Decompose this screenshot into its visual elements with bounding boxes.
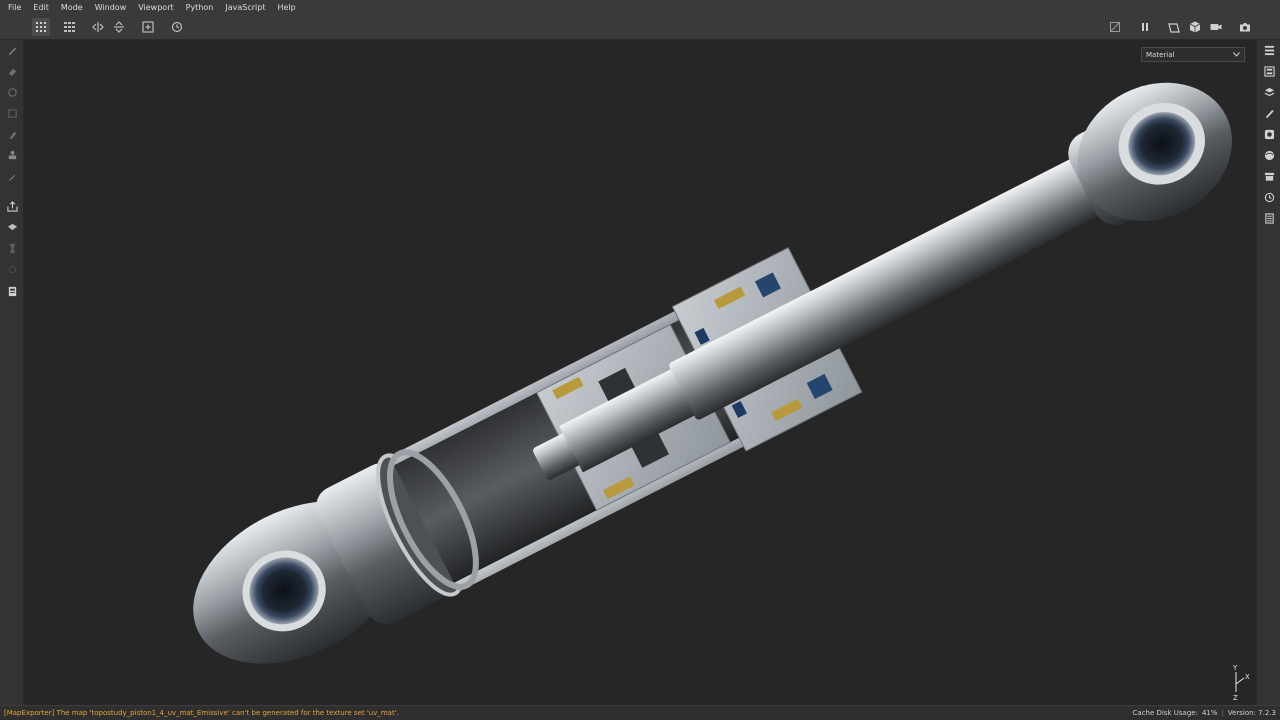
- material-icon[interactable]: [5, 241, 19, 255]
- menu-python[interactable]: Python: [180, 0, 220, 15]
- axis-z-label: Z: [1233, 694, 1238, 700]
- status-bar: [MapExporter] The map 'topostudy_piston1…: [0, 705, 1280, 720]
- shelf-icon[interactable]: [1262, 169, 1276, 183]
- camera-video-icon[interactable]: [1207, 18, 1225, 36]
- history-panel-icon[interactable]: [1262, 190, 1276, 204]
- display-settings-icon[interactable]: [1262, 127, 1276, 141]
- 3d-viewport[interactable]: Material Y X Z: [24, 40, 1256, 705]
- status-separator: |: [1221, 709, 1224, 717]
- stack-icon[interactable]: [1262, 85, 1276, 99]
- version-label: Version: 7.2.3: [1227, 709, 1276, 717]
- grid-view-icon[interactable]: [32, 18, 50, 36]
- screenshot-icon[interactable]: [1236, 18, 1254, 36]
- menu-viewport[interactable]: Viewport: [132, 0, 179, 15]
- bake-icon[interactable]: [5, 199, 19, 213]
- paint-brush-icon[interactable]: [5, 43, 19, 57]
- tool-strip: [0, 40, 24, 705]
- status-info: Cache Disk Usage: 41% | Version: 7.2.3: [1133, 709, 1277, 717]
- log-icon[interactable]: [1262, 211, 1276, 225]
- panel-strip: [1256, 40, 1280, 705]
- cube-icon[interactable]: [1186, 18, 1204, 36]
- hydraulic-cylinder-model: [193, 82, 1232, 664]
- cache-label: Cache Disk Usage:: [1132, 709, 1198, 717]
- export-icon[interactable]: [5, 262, 19, 276]
- brush-panel-icon[interactable]: [1262, 106, 1276, 120]
- chevron-down-icon: [1233, 52, 1240, 57]
- cache-value: 41%: [1201, 709, 1218, 717]
- clone-stamp-icon[interactable]: [5, 148, 19, 162]
- pause-icon[interactable]: [1136, 18, 1154, 36]
- menu-javascript[interactable]: JavaScript: [219, 0, 271, 15]
- frame-icon[interactable]: [1165, 18, 1183, 36]
- color-picker-icon[interactable]: [5, 169, 19, 183]
- properties-panel-icon[interactable]: [1262, 64, 1276, 78]
- texture-icon[interactable]: [5, 284, 19, 298]
- menu-mode[interactable]: Mode: [55, 0, 89, 15]
- environment-icon[interactable]: [1262, 148, 1276, 162]
- history-icon[interactable]: [168, 18, 186, 36]
- smudge-icon[interactable]: [5, 127, 19, 141]
- status-message: [MapExporter] The map 'topostudy_piston1…: [4, 709, 399, 717]
- geometry-mask-icon[interactable]: [5, 106, 19, 120]
- axis-x-label: X: [1245, 673, 1250, 681]
- hide-icon[interactable]: [1106, 18, 1124, 36]
- display-mode-value: Material: [1146, 50, 1175, 59]
- layers-panel-icon[interactable]: [1262, 43, 1276, 57]
- axis-y-label: Y: [1232, 664, 1238, 672]
- menu-bar: File Edit Mode Window Viewport Python Ja…: [0, 0, 1280, 15]
- polygon-fill-icon[interactable]: [5, 220, 19, 234]
- menu-help[interactable]: Help: [271, 0, 301, 15]
- display-mode-select[interactable]: Material: [1141, 47, 1245, 62]
- add-frame-icon[interactable]: [139, 18, 157, 36]
- menu-window[interactable]: Window: [89, 0, 133, 15]
- grid-layout-icon[interactable]: [61, 18, 79, 36]
- menu-edit[interactable]: Edit: [27, 0, 55, 15]
- symmetry-x-icon[interactable]: [89, 18, 107, 36]
- projection-icon[interactable]: [5, 85, 19, 99]
- symmetry-y-icon[interactable]: [110, 18, 128, 36]
- toolbar: [0, 15, 1280, 40]
- menu-file[interactable]: File: [2, 0, 27, 15]
- eraser-icon[interactable]: [5, 64, 19, 78]
- axis-gizmo: Y X Z: [1232, 664, 1250, 700]
